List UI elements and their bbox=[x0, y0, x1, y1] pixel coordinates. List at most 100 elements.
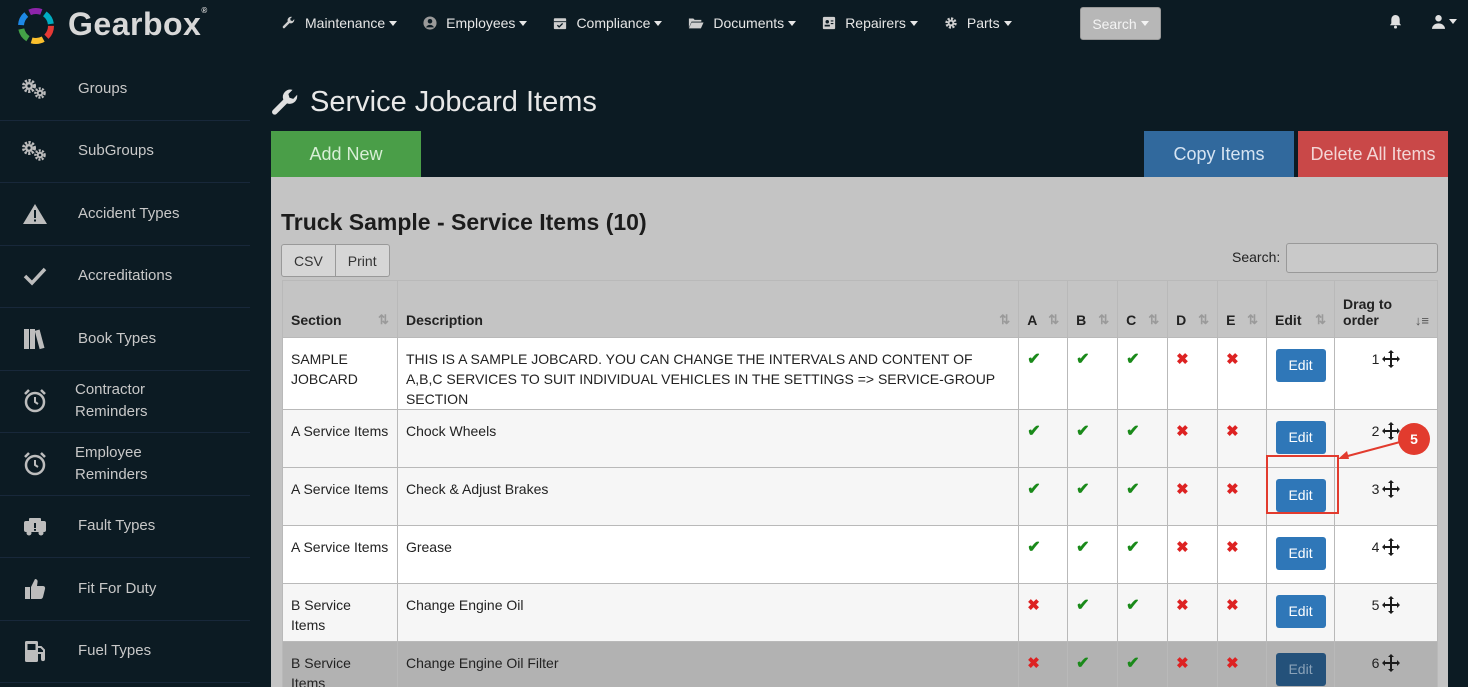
brand-name[interactable]: Gearbox® bbox=[68, 6, 208, 43]
cell-d: ✖ bbox=[1167, 583, 1219, 642]
table-row[interactable]: A Service Items Grease ✔ ✔ ✔ ✖ ✖ Edit 4 bbox=[282, 525, 1438, 584]
sidebar-item-employee-reminders[interactable]: Employee Reminders bbox=[0, 433, 250, 496]
cell-a: ✖ bbox=[1018, 583, 1069, 642]
nav-employees[interactable]: Employees bbox=[423, 15, 528, 31]
edit-button[interactable]: Edit bbox=[1275, 421, 1326, 454]
user-menu[interactable] bbox=[1432, 14, 1457, 29]
sidebar-item-fit-for-duty[interactable]: Fit For Duty bbox=[0, 558, 250, 621]
sidebar: Groups SubGroups Accident Types Accredit… bbox=[0, 58, 250, 683]
sidebar-item-subgroups[interactable]: SubGroups bbox=[0, 121, 250, 183]
cell-drag-order: 6 bbox=[1334, 641, 1438, 687]
cell-c: ✔ bbox=[1117, 337, 1169, 410]
table-row[interactable]: A Service Items Chock Wheels ✔ ✔ ✔ ✖ ✖ Edit 2 bbox=[282, 409, 1438, 468]
cell-edit: Edit bbox=[1266, 337, 1336, 410]
sidebar-item-accident-types[interactable]: Accident Types bbox=[0, 183, 250, 246]
sort-icon: ⇅ bbox=[378, 312, 389, 327]
col-header-b[interactable]: B ⇅ bbox=[1067, 280, 1119, 338]
move-icon bbox=[1382, 654, 1401, 672]
bell-icon[interactable] bbox=[1389, 14, 1402, 29]
print-button[interactable]: Print bbox=[335, 244, 390, 277]
sidebar-item-groups[interactable]: Groups bbox=[0, 58, 250, 121]
nav-maintenance[interactable]: Maintenance bbox=[282, 15, 398, 31]
drag-handle[interactable]: 6 bbox=[1372, 653, 1401, 673]
cross-icon: ✖ bbox=[1226, 423, 1239, 440]
cell-b: ✔ bbox=[1067, 467, 1119, 526]
drag-handle[interactable]: 1 bbox=[1372, 349, 1401, 369]
gear-icon bbox=[945, 17, 957, 29]
cell-d: ✖ bbox=[1167, 641, 1219, 687]
sort-icon: ⇅ bbox=[1198, 312, 1210, 327]
check-icon: ✔ bbox=[1027, 351, 1041, 368]
cell-a: ✔ bbox=[1018, 467, 1069, 526]
add-new-button[interactable]: Add New bbox=[271, 131, 421, 177]
edit-button[interactable]: Edit bbox=[1275, 349, 1326, 382]
gears-icon bbox=[20, 74, 50, 104]
cell-c: ✔ bbox=[1117, 467, 1169, 526]
check-icon: ✔ bbox=[1076, 597, 1090, 614]
search-label: Search: bbox=[1232, 249, 1281, 265]
col-header-a[interactable]: A ⇅ bbox=[1018, 280, 1069, 338]
col-header-e[interactable]: E ⇅ bbox=[1217, 280, 1268, 338]
table-row[interactable]: B Service Items Change Engine Oil Filter ✖… bbox=[282, 641, 1438, 687]
check-icon: ✔ bbox=[1027, 423, 1041, 440]
drag-handle[interactable]: 2 bbox=[1372, 421, 1401, 441]
nav-parts[interactable]: Parts bbox=[944, 15, 1012, 31]
drag-handle[interactable]: 5 bbox=[1372, 595, 1401, 615]
table-row[interactable]: SAMPLE JOBCARD THIS IS A SAMPLE JOBCARD. … bbox=[282, 337, 1438, 410]
cell-e: ✖ bbox=[1217, 337, 1268, 410]
col-header-section[interactable]: Section ⇅ bbox=[282, 280, 398, 338]
check-icon: ✔ bbox=[1126, 481, 1140, 498]
col-header-c[interactable]: C ⇅ bbox=[1117, 280, 1169, 338]
cross-icon: ✖ bbox=[1027, 655, 1040, 672]
table-search-input[interactable] bbox=[1286, 243, 1438, 273]
drag-handle[interactable]: 3 bbox=[1372, 479, 1401, 499]
sidebar-item-book-types[interactable]: Book Types bbox=[0, 308, 250, 371]
table-row[interactable]: B Service Items Change Engine Oil ✖ ✔ ✔ ✖ ✖ Edi… bbox=[282, 583, 1438, 642]
cell-a: ✔ bbox=[1018, 337, 1069, 410]
nav-compliance[interactable]: Compliance bbox=[553, 15, 663, 31]
sidebar-item-fault-types[interactable]: Fault Types bbox=[0, 496, 250, 558]
cell-section: B Service Items bbox=[282, 641, 398, 687]
copy-items-button[interactable]: Copy Items bbox=[1144, 131, 1294, 177]
gearbox-logo-icon[interactable] bbox=[16, 6, 56, 46]
cell-c: ✔ bbox=[1117, 641, 1169, 687]
cell-section: B Service Items bbox=[282, 583, 398, 642]
check-icon: ✔ bbox=[1076, 655, 1090, 672]
cell-e: ✖ bbox=[1217, 641, 1268, 687]
chevron-down-icon bbox=[909, 20, 918, 26]
edit-button[interactable]: Edit bbox=[1275, 595, 1326, 628]
cell-b: ✔ bbox=[1067, 525, 1119, 584]
chevron-down-icon bbox=[788, 20, 797, 26]
col-header-edit[interactable]: Edit ⇅ bbox=[1266, 280, 1336, 338]
col-header-drag-to-order[interactable]: Drag to order ↓≡ bbox=[1334, 280, 1438, 338]
edit-button[interactable]: Edit bbox=[1275, 653, 1326, 686]
drag-handle[interactable]: 4 bbox=[1372, 537, 1401, 557]
cell-edit: Edit bbox=[1266, 525, 1336, 584]
nav-repairers[interactable]: Repairers bbox=[822, 15, 918, 31]
check-icon: ✔ bbox=[1027, 481, 1041, 498]
table-row[interactable]: A Service Items Check & Adjust Brakes ✔ ✔ ✔ ✖… bbox=[282, 467, 1438, 526]
cell-d: ✖ bbox=[1167, 525, 1219, 584]
check-icon: ✔ bbox=[1126, 597, 1140, 614]
cross-icon: ✖ bbox=[1226, 655, 1239, 672]
sort-icon: ⇅ bbox=[1315, 312, 1327, 327]
csv-button[interactable]: CSV bbox=[281, 244, 336, 277]
cross-icon: ✖ bbox=[1176, 351, 1189, 368]
check-icon: ✔ bbox=[1126, 351, 1140, 368]
cell-e: ✖ bbox=[1217, 583, 1268, 642]
cell-drag-order: 1 bbox=[1334, 337, 1438, 410]
nav-documents[interactable]: Documents bbox=[688, 15, 797, 31]
sidebar-item-accreditations[interactable]: Accreditations bbox=[0, 246, 250, 308]
check-icon: ✔ bbox=[1076, 423, 1090, 440]
delete-all-items-button[interactable]: Delete All Items bbox=[1298, 131, 1448, 177]
col-header-d[interactable]: D ⇅ bbox=[1167, 280, 1219, 338]
sidebar-item-fuel-types[interactable]: Fuel Types bbox=[0, 621, 250, 683]
search-dropdown-button[interactable]: Search bbox=[1080, 7, 1161, 40]
gears-icon bbox=[20, 136, 50, 166]
sidebar-item-contractor-reminders[interactable]: Contractor Reminders bbox=[0, 371, 250, 433]
chevron-down-icon bbox=[519, 20, 528, 26]
cell-description: Check & Adjust Brakes bbox=[396, 467, 1020, 526]
move-icon bbox=[1382, 538, 1401, 556]
edit-button[interactable]: Edit bbox=[1275, 537, 1326, 570]
col-header-description[interactable]: Description ⇅ bbox=[396, 280, 1020, 338]
